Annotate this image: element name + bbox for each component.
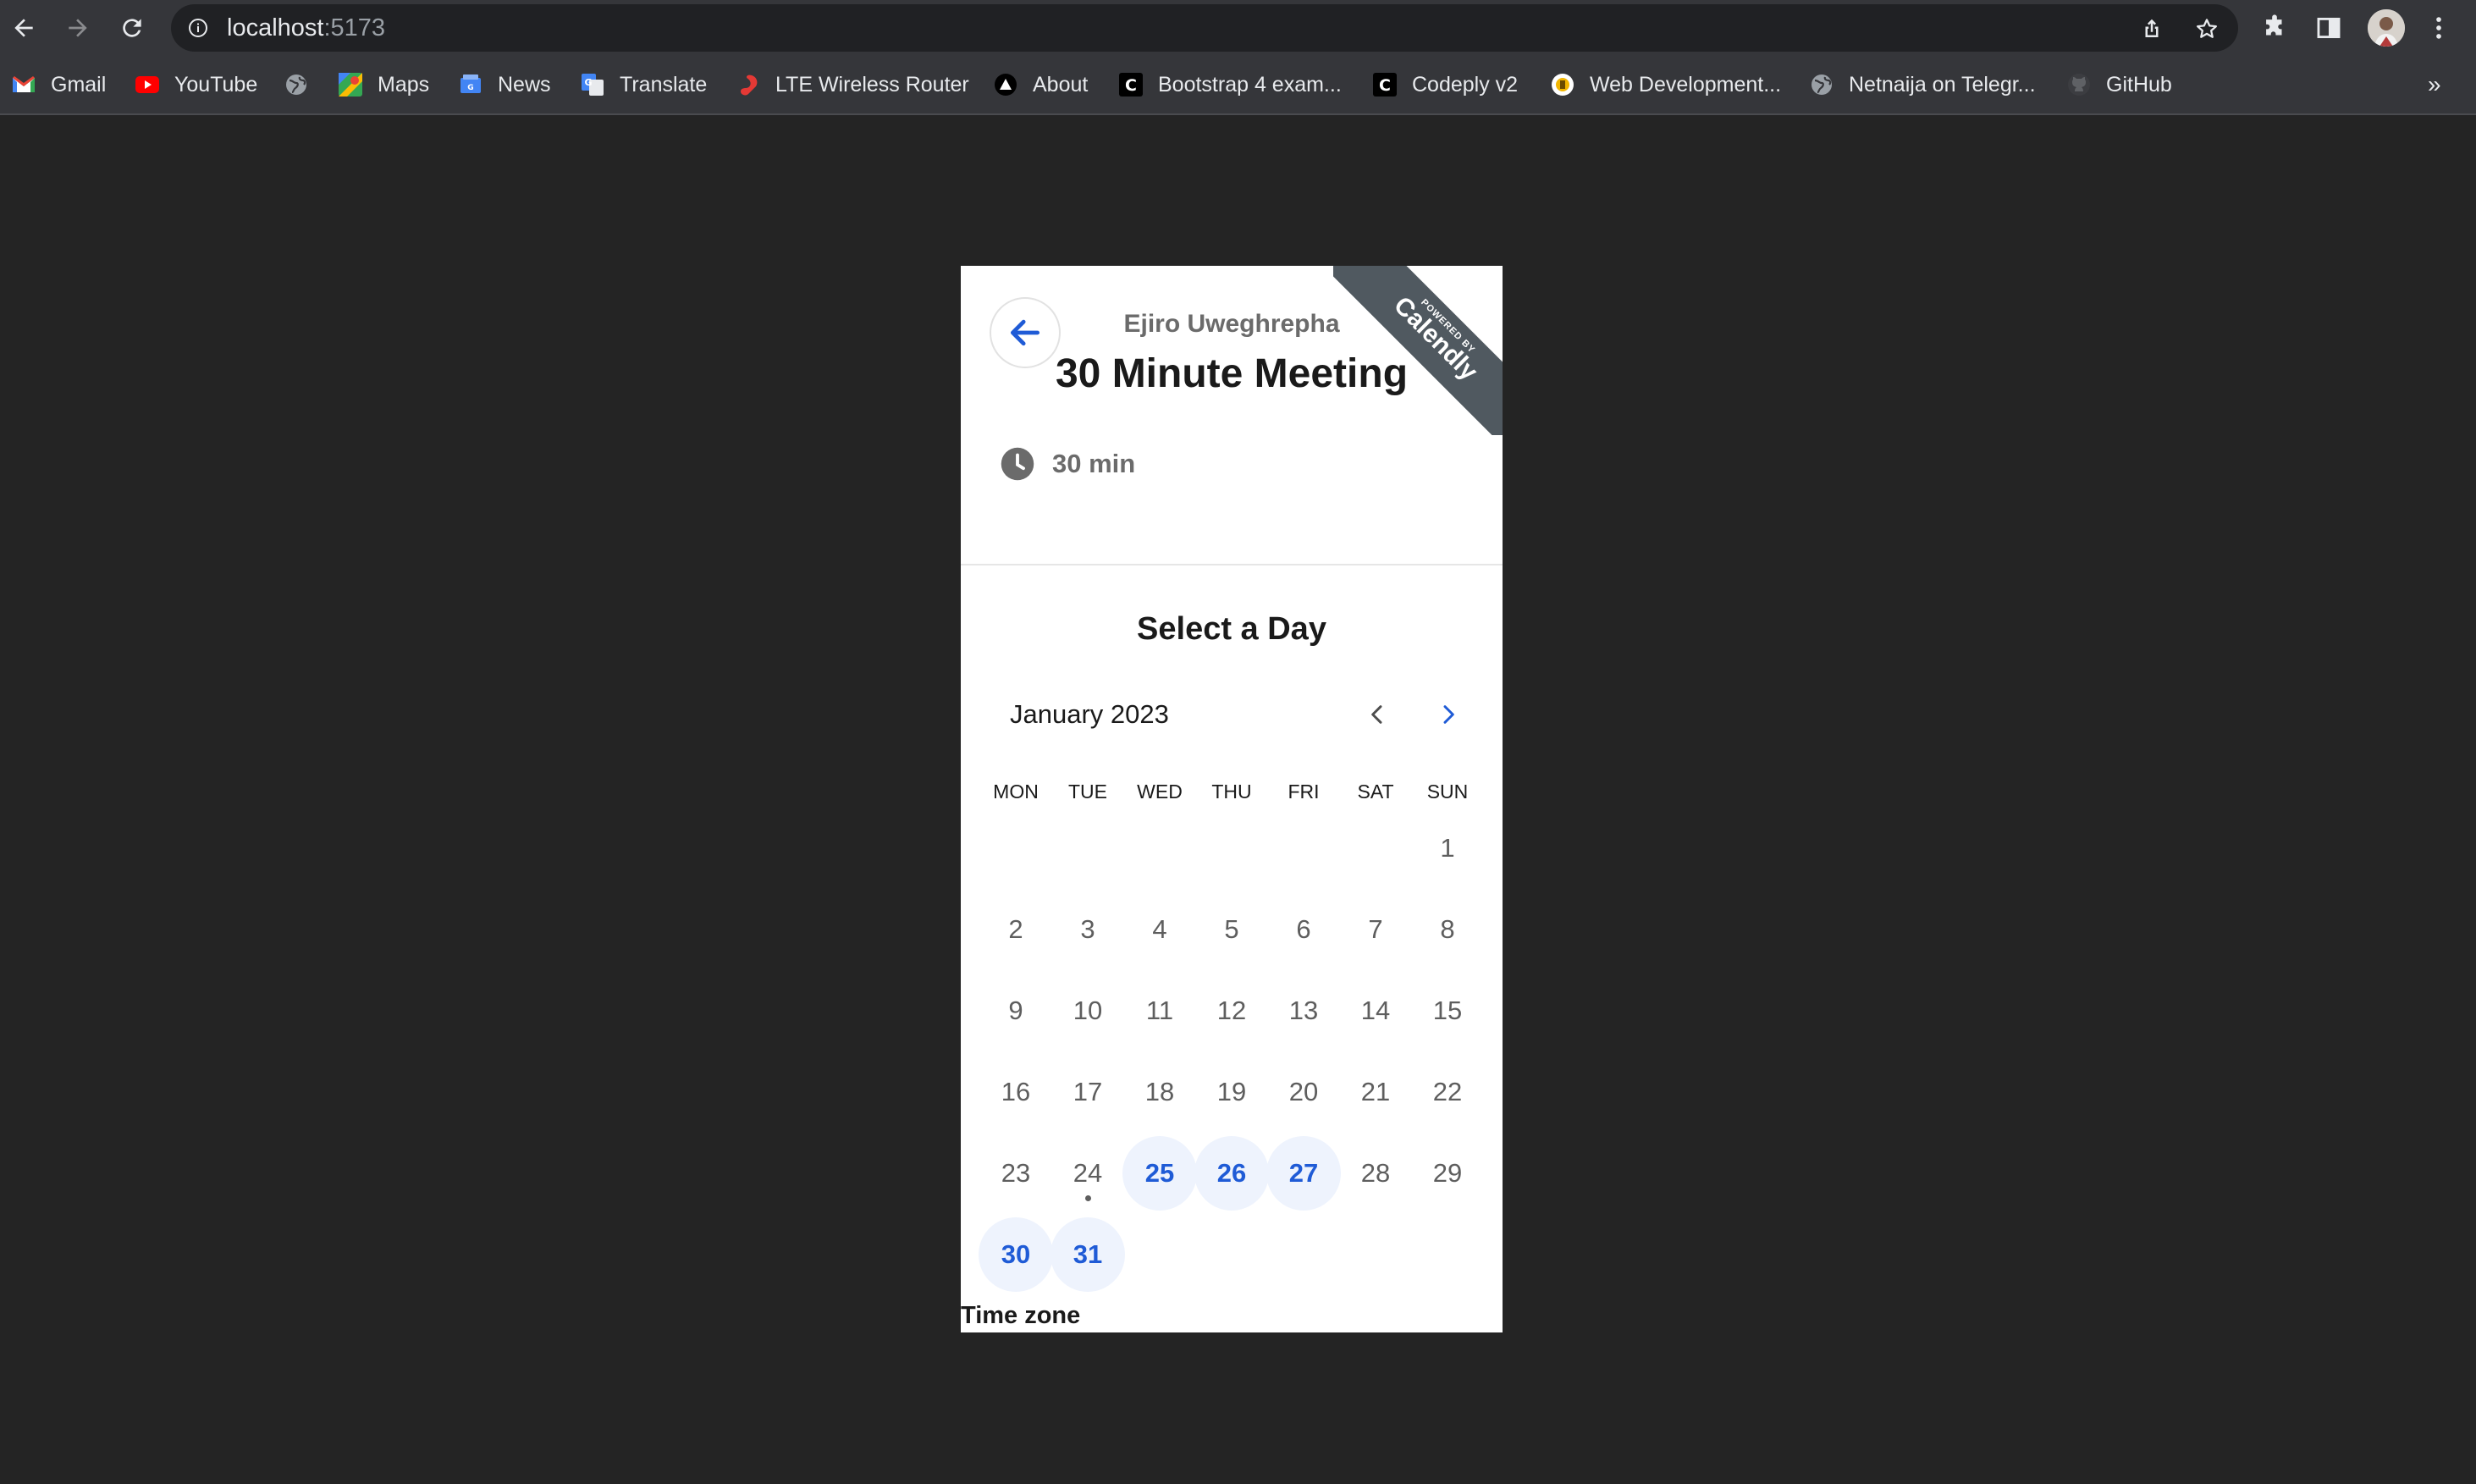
select-day-title: Select a Day (1137, 611, 1326, 647)
youtube-icon (135, 73, 159, 97)
globe-icon (1810, 73, 1834, 97)
bookmark-globe[interactable] (284, 69, 323, 100)
chevron-left-icon (1371, 705, 1382, 724)
codeply-icon: C (1373, 73, 1397, 97)
url-text[interactable]: localhost:5173 (227, 14, 385, 42)
calendar-day-15: 15 (1432, 996, 1463, 1025)
duration-label: 30 min (1052, 449, 1136, 478)
month-label: January 2023 (1010, 699, 1169, 729)
calendar-day-9: 9 (1008, 996, 1023, 1025)
translate-icon: G (581, 73, 604, 97)
available-day-25[interactable]: 25 (1122, 1136, 1197, 1211)
calendar-day-23: 23 (1001, 1158, 1031, 1188)
bookmark-web-development[interactable]: Web Development... (1551, 69, 1781, 100)
timezone-heading: Time zone (961, 1302, 1081, 1329)
site-info-icon[interactable] (188, 18, 208, 38)
profile-avatar[interactable] (2368, 9, 2405, 47)
bookmark-translate[interactable]: G Translate (581, 69, 707, 100)
calendar-day-16: 16 (1001, 1077, 1031, 1106)
weekday-sat: SAT (1357, 781, 1394, 803)
divider (961, 564, 1503, 565)
maps-icon (339, 73, 362, 97)
bookmark-codeply[interactable]: C Codeply v2 (1373, 69, 1518, 100)
calendar-day-5: 5 (1224, 914, 1239, 944)
svg-text:C: C (1125, 76, 1137, 95)
weekday-thu: THU (1211, 781, 1252, 803)
next-month-button[interactable] (1431, 698, 1465, 731)
calendar-day-2: 2 (1008, 914, 1023, 944)
bookmark-star-icon[interactable] (2194, 16, 2220, 41)
news-icon: G (459, 73, 483, 97)
gmail-icon (12, 73, 36, 97)
bookmark-bootstrap-examples[interactable]: C Bootstrap 4 exam... (1119, 69, 1342, 100)
available-day-31[interactable]: 31 (1051, 1217, 1125, 1292)
browser-menu-icon[interactable] (2424, 14, 2453, 42)
previous-month-button[interactable] (1360, 698, 1394, 731)
bookmark-github[interactable]: GitHub (2067, 69, 2172, 100)
bookmarks-bar: Gmail YouTube Maps G News G Translate LT… (0, 56, 2476, 115)
forward-arrow-icon[interactable] (63, 13, 93, 43)
bookmark-netnaija[interactable]: Netnaija on Telegr... (1810, 69, 2036, 100)
webdev-icon (1551, 73, 1574, 97)
calendly-widget: POWERED BY Calendly Ejiro Uweghrepha 30 … (961, 266, 1503, 1332)
calendar-day-17: 17 (1073, 1077, 1103, 1106)
codeply-icon: C (1119, 73, 1143, 97)
svg-text:C: C (1379, 76, 1391, 95)
calendar-day-12: 12 (1216, 996, 1247, 1025)
calendar-day-11: 11 (1145, 996, 1174, 1025)
svg-text:G: G (467, 84, 473, 92)
calendar-day-21: 21 (1360, 1077, 1391, 1106)
bookmark-news[interactable]: G News (459, 69, 551, 100)
bookmark-maps[interactable]: Maps (339, 69, 429, 100)
reload-icon[interactable] (117, 13, 147, 43)
calendar-day-28: 28 (1360, 1158, 1391, 1188)
calendar-day-6: 6 (1296, 914, 1311, 944)
calendar-day-13: 13 (1288, 996, 1319, 1025)
extensions-puzzle-icon[interactable] (2260, 14, 2289, 42)
calendar-day-4: 4 (1152, 914, 1167, 944)
bookmark-about[interactable]: About (994, 69, 1088, 100)
weekday-mon: MON (993, 781, 1039, 803)
svg-text:G: G (584, 77, 592, 88)
github-icon (2067, 73, 2091, 97)
calendar-day-7: 7 (1368, 914, 1383, 944)
calendar-day-19: 19 (1216, 1077, 1247, 1106)
side-panel-icon[interactable] (2314, 14, 2343, 42)
about-icon (994, 73, 1017, 97)
calendar-day-18: 18 (1144, 1077, 1175, 1106)
calendar-day-14: 14 (1360, 996, 1391, 1025)
router-icon (736, 73, 760, 97)
address-bar[interactable]: localhost:5173 (171, 4, 2238, 52)
globe-icon (284, 73, 308, 97)
calendar-day-29: 29 (1432, 1158, 1463, 1188)
available-day-30[interactable]: 30 (979, 1217, 1053, 1292)
calendar-day-10: 10 (1073, 996, 1103, 1025)
event-title: 30 Minute Meeting (1055, 351, 1409, 396)
bookmarks-overflow-chevron[interactable]: » (2428, 71, 2441, 98)
weekday-tue: TUE (1068, 781, 1107, 803)
bookmark-gmail[interactable]: Gmail (12, 69, 106, 100)
weekday-wed: WED (1137, 781, 1183, 803)
host-name: Ejiro Uweghrepha (1123, 310, 1340, 338)
calendar-day-1: 1 (1440, 833, 1455, 863)
clock-icon (1001, 447, 1034, 481)
available-day-26[interactable]: 26 (1194, 1136, 1269, 1211)
calendar-day-3: 3 (1080, 914, 1095, 944)
calendar-day-8: 8 (1440, 914, 1455, 944)
weekday-fri: FRI (1288, 781, 1320, 803)
bookmark-lte-router[interactable]: LTE Wireless Router (736, 69, 969, 100)
calendar-day-22: 22 (1432, 1077, 1463, 1106)
today-indicator-dot (1085, 1195, 1091, 1201)
chevron-right-icon (1443, 705, 1454, 724)
browser-toolbar: localhost:5173 (0, 0, 2476, 56)
back-arrow-icon[interactable] (8, 13, 39, 43)
bookmark-youtube[interactable]: YouTube (135, 69, 257, 100)
calendar-day-20: 20 (1288, 1077, 1319, 1106)
weekday-sun: SUN (1426, 781, 1469, 803)
event-duration: 30 min (1000, 445, 1135, 483)
available-day-27[interactable]: 27 (1266, 1136, 1341, 1211)
share-icon[interactable] (2139, 16, 2164, 41)
